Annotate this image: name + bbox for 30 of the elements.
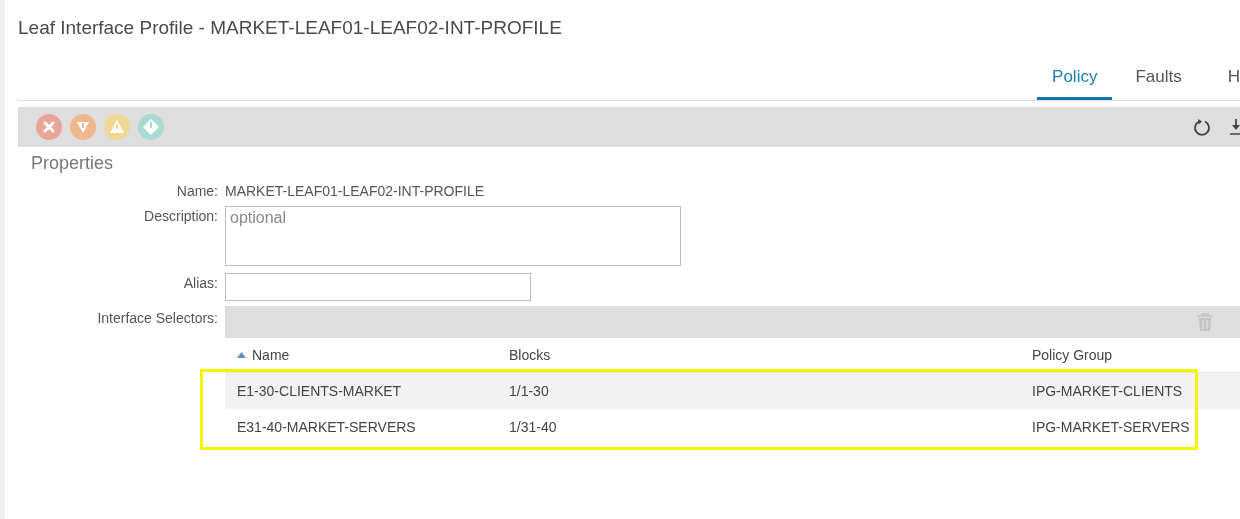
download-icon[interactable] (1230, 117, 1240, 137)
field-label: Interface Selectors: (96, 309, 218, 328)
trash-icon[interactable] (1196, 312, 1214, 332)
critical-fault-icon[interactable] (36, 114, 62, 140)
warning-fault-icon[interactable] (138, 114, 164, 140)
tab[interactable]: Policy (1037, 67, 1113, 100)
alias-field[interactable] (225, 273, 531, 301)
table-cell-text: E31-40-MARKET-SERVERS (236, 419, 417, 435)
tab[interactable]: Faults (1112, 67, 1205, 100)
page-title: Leaf Interface Profile - MARKET-LEAF01-LEAF02-INT-PROFILE (18, 16, 563, 40)
tab[interactable]: H (1204, 67, 1240, 100)
section-heading: Properties (30, 152, 115, 175)
column-label: Name (252, 347, 290, 363)
table-cell-text: 1/31-40 (508, 419, 558, 435)
table-cell-text: IPG-MARKET-CLIENTS (1031, 383, 1184, 399)
major-fault-icon[interactable] (70, 114, 96, 140)
field-label: Description: (143, 207, 218, 226)
field-label: Alias: (182, 274, 218, 293)
table-cell-text: E1-30-CLIENTS-MARKET (236, 383, 403, 399)
table-cell-text: 1/1-30 (508, 383, 550, 399)
column-header[interactable]: Blocks (509, 347, 551, 363)
column-header[interactable]: Policy Group (1032, 347, 1113, 363)
column-header[interactable]: Name (225, 347, 497, 363)
minor-fault-icon[interactable] (104, 114, 130, 140)
sort-ascending-icon (237, 352, 246, 358)
field-value: MARKET-LEAF01-LEAF02-INT-PROFILE (225, 182, 486, 199)
description-field[interactable]: optional (225, 206, 681, 266)
field-label: Name: (175, 182, 218, 199)
refresh-icon[interactable] (1192, 117, 1212, 137)
table-cell-text: IPG-MARKET-SERVERS (1031, 419, 1191, 435)
